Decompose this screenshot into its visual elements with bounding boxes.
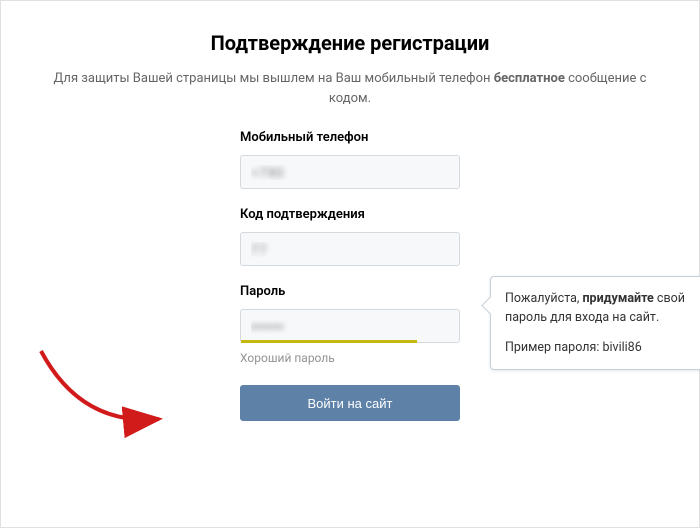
- password-input[interactable]: [240, 309, 460, 343]
- subtitle-bold: бесплатное: [494, 71, 565, 86]
- password-tooltip: Пожалуйста, придумайте свой пароль для в…: [490, 276, 700, 370]
- tooltip-line2-before: Пример пароля:: [505, 340, 602, 355]
- phone-field-group: Мобильный телефон: [240, 130, 460, 189]
- submit-button[interactable]: Войти на сайт: [240, 385, 460, 421]
- code-field-group: Код подтверждения: [240, 207, 460, 266]
- phone-label: Мобильный телефон: [240, 130, 460, 145]
- code-label: Код подтверждения: [240, 207, 460, 222]
- subtitle-before: Для защиты Вашей страницы мы вышлем на В…: [54, 71, 494, 86]
- password-label: Пароль: [240, 284, 460, 299]
- page-title: Подтверждение регистрации: [41, 31, 659, 55]
- phone-input[interactable]: [240, 155, 460, 189]
- page-subtitle: Для защиты Вашей страницы мы вышлем на В…: [41, 69, 659, 108]
- password-strength-text: Хороший пароль: [240, 351, 460, 365]
- tooltip-line1-before: Пожалуйста,: [505, 291, 582, 306]
- password-field-group: Пароль Хороший пароль Пожалуйста, придум…: [240, 284, 460, 365]
- tooltip-line1-bold: придумайте: [582, 291, 653, 306]
- password-strength-bar: [241, 340, 417, 343]
- tooltip-line2-value: bivili86: [602, 340, 641, 355]
- code-input[interactable]: [240, 232, 460, 266]
